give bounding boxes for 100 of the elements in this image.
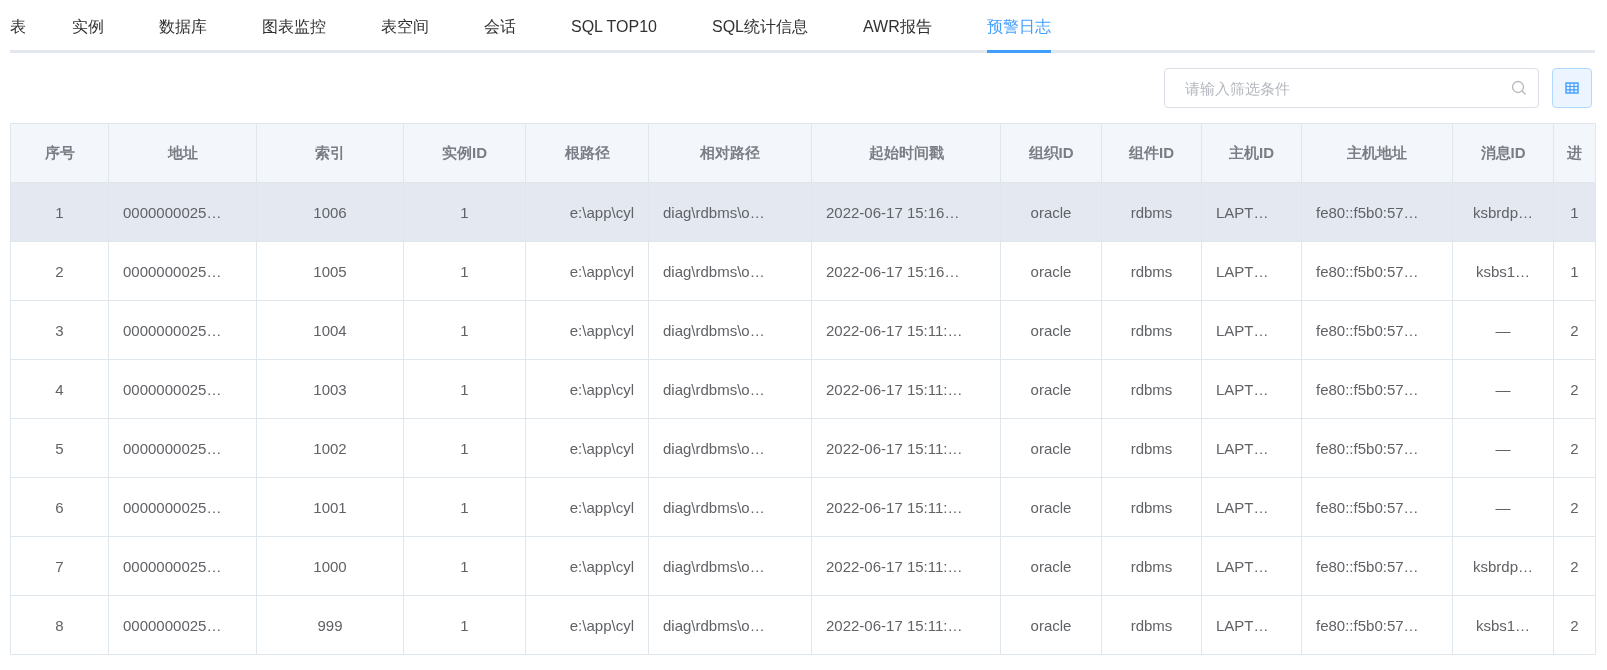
- tab[interactable]: SQL TOP10: [571, 0, 657, 53]
- table-cell: e:\app\cyl: [526, 537, 649, 596]
- tab[interactable]: SQL统计信息: [712, 0, 808, 53]
- table-cell: LAPT…: [1202, 537, 1302, 596]
- table-cell: 2: [1554, 478, 1596, 537]
- column-header: 消息ID: [1453, 124, 1554, 183]
- table-cell: —: [1453, 360, 1554, 419]
- table-cell: diag\rdbms\o…: [649, 596, 812, 655]
- table-cell: 1: [11, 183, 109, 242]
- table-cell: 1: [404, 596, 526, 655]
- table-cell: 1005: [257, 242, 404, 301]
- table-cell: 1: [404, 183, 526, 242]
- table-cell: —: [1453, 301, 1554, 360]
- table-cell: 2022-06-17 15:11:…: [812, 596, 1001, 655]
- tab[interactable]: 表空间: [381, 0, 429, 53]
- tab[interactable]: AWR报告: [863, 0, 932, 53]
- table-cell: 2: [11, 242, 109, 301]
- table-cell: 1: [404, 419, 526, 478]
- table-cell: e:\app\cyl: [526, 183, 649, 242]
- table-cell: 2022-06-17 15:16…: [812, 242, 1001, 301]
- table-cell: 0000000025…: [109, 537, 257, 596]
- table-cell: fe80::f5b0:57…: [1302, 419, 1453, 478]
- column-header: 组件ID: [1102, 124, 1202, 183]
- table-cell: 1: [404, 301, 526, 360]
- table-cell: 2022-06-17 15:11:…: [812, 537, 1001, 596]
- table-cell: 2022-06-17 15:11:…: [812, 478, 1001, 537]
- table-cell: e:\app\cyl: [526, 360, 649, 419]
- table-cell: rdbms: [1102, 301, 1202, 360]
- table-cell: LAPT…: [1202, 478, 1302, 537]
- table-cell: fe80::f5b0:57…: [1302, 478, 1453, 537]
- table-cell: 7: [11, 537, 109, 596]
- table-cell: oracle: [1001, 419, 1102, 478]
- table-cell: 2: [1554, 301, 1596, 360]
- table-cell: 0000000025…: [109, 360, 257, 419]
- table-cell: oracle: [1001, 360, 1102, 419]
- table-cell: fe80::f5b0:57…: [1302, 537, 1453, 596]
- tab[interactable]: 数据库: [159, 0, 207, 53]
- table-cell: rdbms: [1102, 242, 1202, 301]
- table-cell: fe80::f5b0:57…: [1302, 242, 1453, 301]
- table-cell: oracle: [1001, 242, 1102, 301]
- table-cell: 0000000025…: [109, 183, 257, 242]
- table-cell: 1004: [257, 301, 404, 360]
- table-cell: diag\rdbms\o…: [649, 478, 812, 537]
- table-cell: 2022-06-17 15:11:…: [812, 301, 1001, 360]
- tab[interactable]: 实例: [72, 0, 104, 53]
- table-cell: 0000000025…: [109, 242, 257, 301]
- table-cell: 2: [1554, 360, 1596, 419]
- table-cell: 1: [1554, 183, 1596, 242]
- table-cell: 5: [11, 419, 109, 478]
- table-icon: [1564, 80, 1580, 96]
- column-header: 序号: [11, 124, 109, 183]
- table-cell: oracle: [1001, 596, 1102, 655]
- table-cell: 999: [257, 596, 404, 655]
- table-cell: 1001: [257, 478, 404, 537]
- table-cell: 0000000025…: [109, 478, 257, 537]
- table-cell: 2022-06-17 15:11:…: [812, 419, 1001, 478]
- table-cell: 1: [404, 478, 526, 537]
- table-cell: ksbrdp…: [1453, 537, 1554, 596]
- table-cell: 2: [1554, 537, 1596, 596]
- table-cell: e:\app\cyl: [526, 478, 649, 537]
- table-cell: diag\rdbms\o…: [649, 242, 812, 301]
- table-cell: 6: [11, 478, 109, 537]
- table-cell: 8: [11, 596, 109, 655]
- table-cell: rdbms: [1102, 419, 1202, 478]
- table-cell: fe80::f5b0:57…: [1302, 183, 1453, 242]
- column-header: 起始时间戳: [812, 124, 1001, 183]
- table-cell: 1003: [257, 360, 404, 419]
- tab[interactable]: 会话: [484, 0, 516, 53]
- table-cell: oracle: [1001, 183, 1102, 242]
- column-header: 根路径: [526, 124, 649, 183]
- search-field[interactable]: 请输入筛选条件: [1164, 68, 1539, 108]
- tab[interactable]: 表: [10, 0, 26, 53]
- table-cell: LAPT…: [1202, 596, 1302, 655]
- table-cell: 3: [11, 301, 109, 360]
- column-header: 索引: [257, 124, 404, 183]
- table-cell: —: [1453, 478, 1554, 537]
- table-cell: fe80::f5b0:57…: [1302, 596, 1453, 655]
- tab[interactable]: 图表监控: [262, 0, 326, 53]
- table-cell: 0000000025…: [109, 301, 257, 360]
- table-cell: e:\app\cyl: [526, 242, 649, 301]
- table-cell: 1: [404, 537, 526, 596]
- table-cell: 1: [404, 360, 526, 419]
- table-cell: oracle: [1001, 301, 1102, 360]
- table-cell: 1006: [257, 183, 404, 242]
- search-icon: [1511, 80, 1527, 96]
- table-cell: e:\app\cyl: [526, 596, 649, 655]
- column-header: 进: [1554, 124, 1596, 183]
- table-cell: diag\rdbms\o…: [649, 183, 812, 242]
- table-cell: fe80::f5b0:57…: [1302, 360, 1453, 419]
- table-cell: 2022-06-17 15:16…: [812, 183, 1001, 242]
- table-cell: ksbs1…: [1453, 596, 1554, 655]
- table-cell: LAPT…: [1202, 183, 1302, 242]
- table-view-button[interactable]: [1552, 68, 1592, 108]
- table-cell: diag\rdbms\o…: [649, 537, 812, 596]
- column-header: 组织ID: [1001, 124, 1102, 183]
- table-cell: 0000000025…: [109, 596, 257, 655]
- table-cell: ksbs1…: [1453, 242, 1554, 301]
- table-cell: rdbms: [1102, 360, 1202, 419]
- table-cell: diag\rdbms\o…: [649, 419, 812, 478]
- table-cell: 1: [1554, 242, 1596, 301]
